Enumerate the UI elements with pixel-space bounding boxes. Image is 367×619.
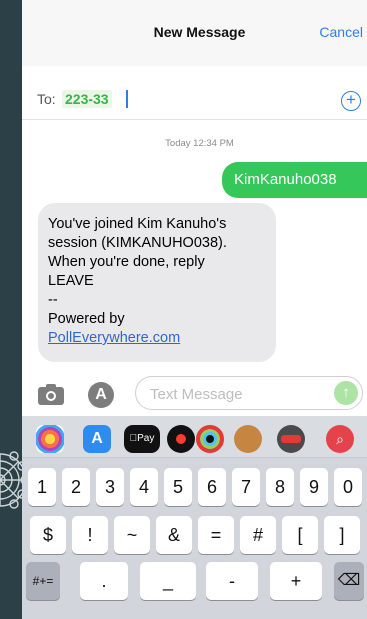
web-search-app-icon[interactable]: ⌕ <box>326 425 354 453</box>
key-3[interactable]: 3 <box>96 468 124 506</box>
page-title: New Message <box>153 24 246 40</box>
key-7[interactable]: 7 <box>232 468 260 506</box>
recipient-row[interactable]: To: 223-33 <box>22 80 367 120</box>
message-line: Powered by <box>48 311 125 327</box>
cancel-button[interactable]: Cancel <box>319 24 363 40</box>
activity-app-icon[interactable] <box>196 425 224 453</box>
keyboard: A Pay ⌕ 1 2 3 4 5 6 7 8 9 0 $ ! ~ & = #… <box>22 416 367 619</box>
key-ampersand[interactable]: & <box>156 516 192 554</box>
key-tilde[interactable]: ~ <box>114 516 150 554</box>
memoji-stickers-app-icon[interactable] <box>277 425 305 453</box>
key-1[interactable]: 1 <box>28 468 56 506</box>
key-9[interactable]: 9 <box>300 468 328 506</box>
message-placeholder: Text Message <box>150 386 243 403</box>
imessage-app-strip: A Pay ⌕ <box>22 416 367 458</box>
message-line: LEAVE <box>48 273 94 289</box>
key-2[interactable]: 2 <box>62 468 90 506</box>
camera-icon[interactable] <box>38 384 64 405</box>
send-arrow-icon[interactable]: ↑ <box>334 381 358 405</box>
key-dollar[interactable]: $ <box>30 516 66 554</box>
composer-bar: A Text Message ↑ <box>22 372 367 416</box>
message-timestamp: Today 12:34 PM <box>165 138 234 149</box>
messages-screen: New Message Cancel To: 223-33 + Today 12… <box>22 0 367 619</box>
message-line: When you're done, reply <box>48 254 205 270</box>
key-open-bracket[interactable]: [ <box>282 516 318 554</box>
message-line: session (KIMKANUHO038). <box>48 235 227 251</box>
key-period[interactable]: . <box>80 562 128 600</box>
key-close-bracket[interactable]: ] <box>324 516 360 554</box>
text-cursor <box>126 90 128 108</box>
camera-lens <box>46 391 56 401</box>
key-equals[interactable]: = <box>198 516 234 554</box>
key-8[interactable]: 8 <box>266 468 294 506</box>
message-input[interactable]: Text Message ↑ <box>135 376 363 410</box>
key-underscore[interactable]: _ <box>140 562 196 600</box>
received-message-bubble[interactable]: You've joined Kim Kanuho's session (KIMK… <box>38 203 276 362</box>
key-hyphen[interactable]: - <box>206 562 258 600</box>
symbols-toggle-key[interactable]: #+= <box>26 562 60 600</box>
app-store-app-icon[interactable]: A <box>83 425 111 453</box>
memoji-app-icon[interactable] <box>234 425 262 453</box>
photos-app-icon[interactable] <box>36 425 64 453</box>
sent-message-bubble[interactable]: KimKanuho038 <box>222 162 367 198</box>
key-hash[interactable]: # <box>240 516 276 554</box>
key-plus[interactable]: + <box>270 562 322 600</box>
backspace-icon[interactable]: ⌫ <box>334 562 364 600</box>
polleverywhere-link[interactable]: PollEverywhere.com <box>48 329 267 348</box>
apple-pay-app-icon[interactable]: Pay <box>124 425 160 453</box>
key-0[interactable]: 0 <box>334 468 362 506</box>
add-contact-icon[interactable]: + <box>341 91 361 111</box>
nav-bar: New Message Cancel <box>22 0 367 66</box>
message-line: You've joined Kim Kanuho's <box>48 216 227 232</box>
key-5[interactable]: 5 <box>164 468 192 506</box>
key-4[interactable]: 4 <box>130 468 158 506</box>
key-exclamation[interactable]: ! <box>72 516 108 554</box>
message-line: -- <box>48 292 58 308</box>
to-label: To: <box>37 91 56 107</box>
recipient-input[interactable]: 223-33 <box>62 90 112 108</box>
key-6[interactable]: 6 <box>198 468 226 506</box>
app-store-icon[interactable]: A <box>88 382 114 408</box>
music-app-icon[interactable] <box>167 425 195 453</box>
